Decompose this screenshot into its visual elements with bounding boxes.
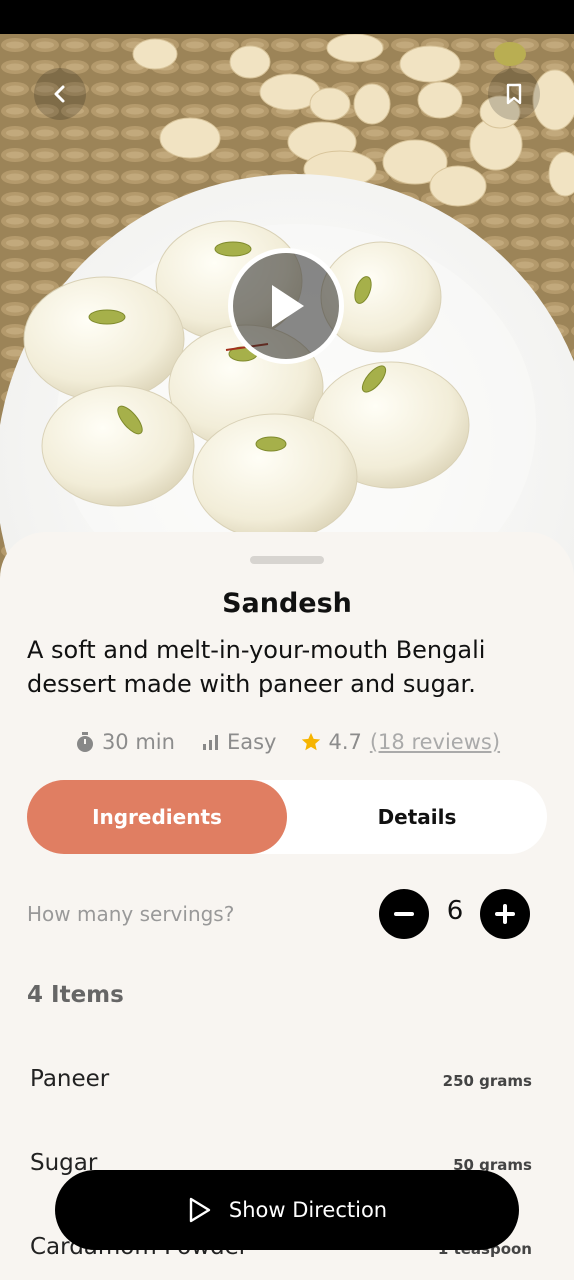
recipe-sheet: Sandesh A soft and melt-in-your-mouth Be… — [0, 532, 574, 1280]
plus-icon — [495, 904, 515, 924]
play-outline-icon — [189, 1197, 211, 1223]
time-text: 30 min — [101, 730, 175, 754]
bookmark-icon — [506, 83, 522, 105]
show-direction-label: Show Direction — [228, 1198, 388, 1222]
rating-text: 4.7 — [328, 730, 362, 754]
recipe-title: Sandesh — [222, 588, 352, 619]
hero-image — [0, 34, 574, 594]
time-info: 30 min — [74, 730, 175, 754]
servings-count: 6 — [446, 896, 464, 926]
recipe-meta: 30 min Easy 4.7 (18 reviews) — [0, 727, 574, 757]
signal-bars-icon — [202, 735, 218, 750]
ingredient-quantity: 250 grams — [442, 1072, 532, 1090]
tab-details[interactable]: Details — [287, 780, 547, 854]
play-icon — [272, 285, 304, 327]
bookmark-button[interactable] — [488, 68, 540, 120]
play-video-button[interactable] — [228, 248, 344, 364]
back-button[interactable] — [34, 68, 86, 120]
minus-icon — [394, 912, 414, 916]
items-count: 4 Items — [27, 982, 124, 1008]
drag-handle[interactable] — [250, 556, 324, 564]
timer-icon — [76, 732, 93, 752]
rating-info: 4.7 (18 reviews) — [300, 730, 500, 754]
reviews-link[interactable]: (18 reviews) — [370, 730, 500, 754]
servings-label: How many servings? — [27, 902, 235, 926]
recipe-description: A soft and melt-in-your-mouth Bengali de… — [27, 636, 486, 698]
ingredient-row: Paneer 250 grams — [30, 1066, 532, 1106]
ingredient-name: Paneer — [30, 1066, 110, 1092]
difficulty-info: Easy — [201, 730, 277, 754]
difficulty-text: Easy — [226, 730, 277, 754]
tab-ingredients[interactable]: Ingredients — [27, 780, 287, 854]
show-direction-button[interactable]: Show Direction — [55, 1170, 519, 1250]
chevron-left-icon — [54, 85, 65, 103]
status-bar — [0, 0, 574, 34]
increase-servings-button[interactable] — [480, 889, 530, 939]
decrease-servings-button[interactable] — [379, 889, 429, 939]
star-icon — [302, 732, 321, 751]
tab-bar: Ingredients Details — [27, 780, 547, 854]
